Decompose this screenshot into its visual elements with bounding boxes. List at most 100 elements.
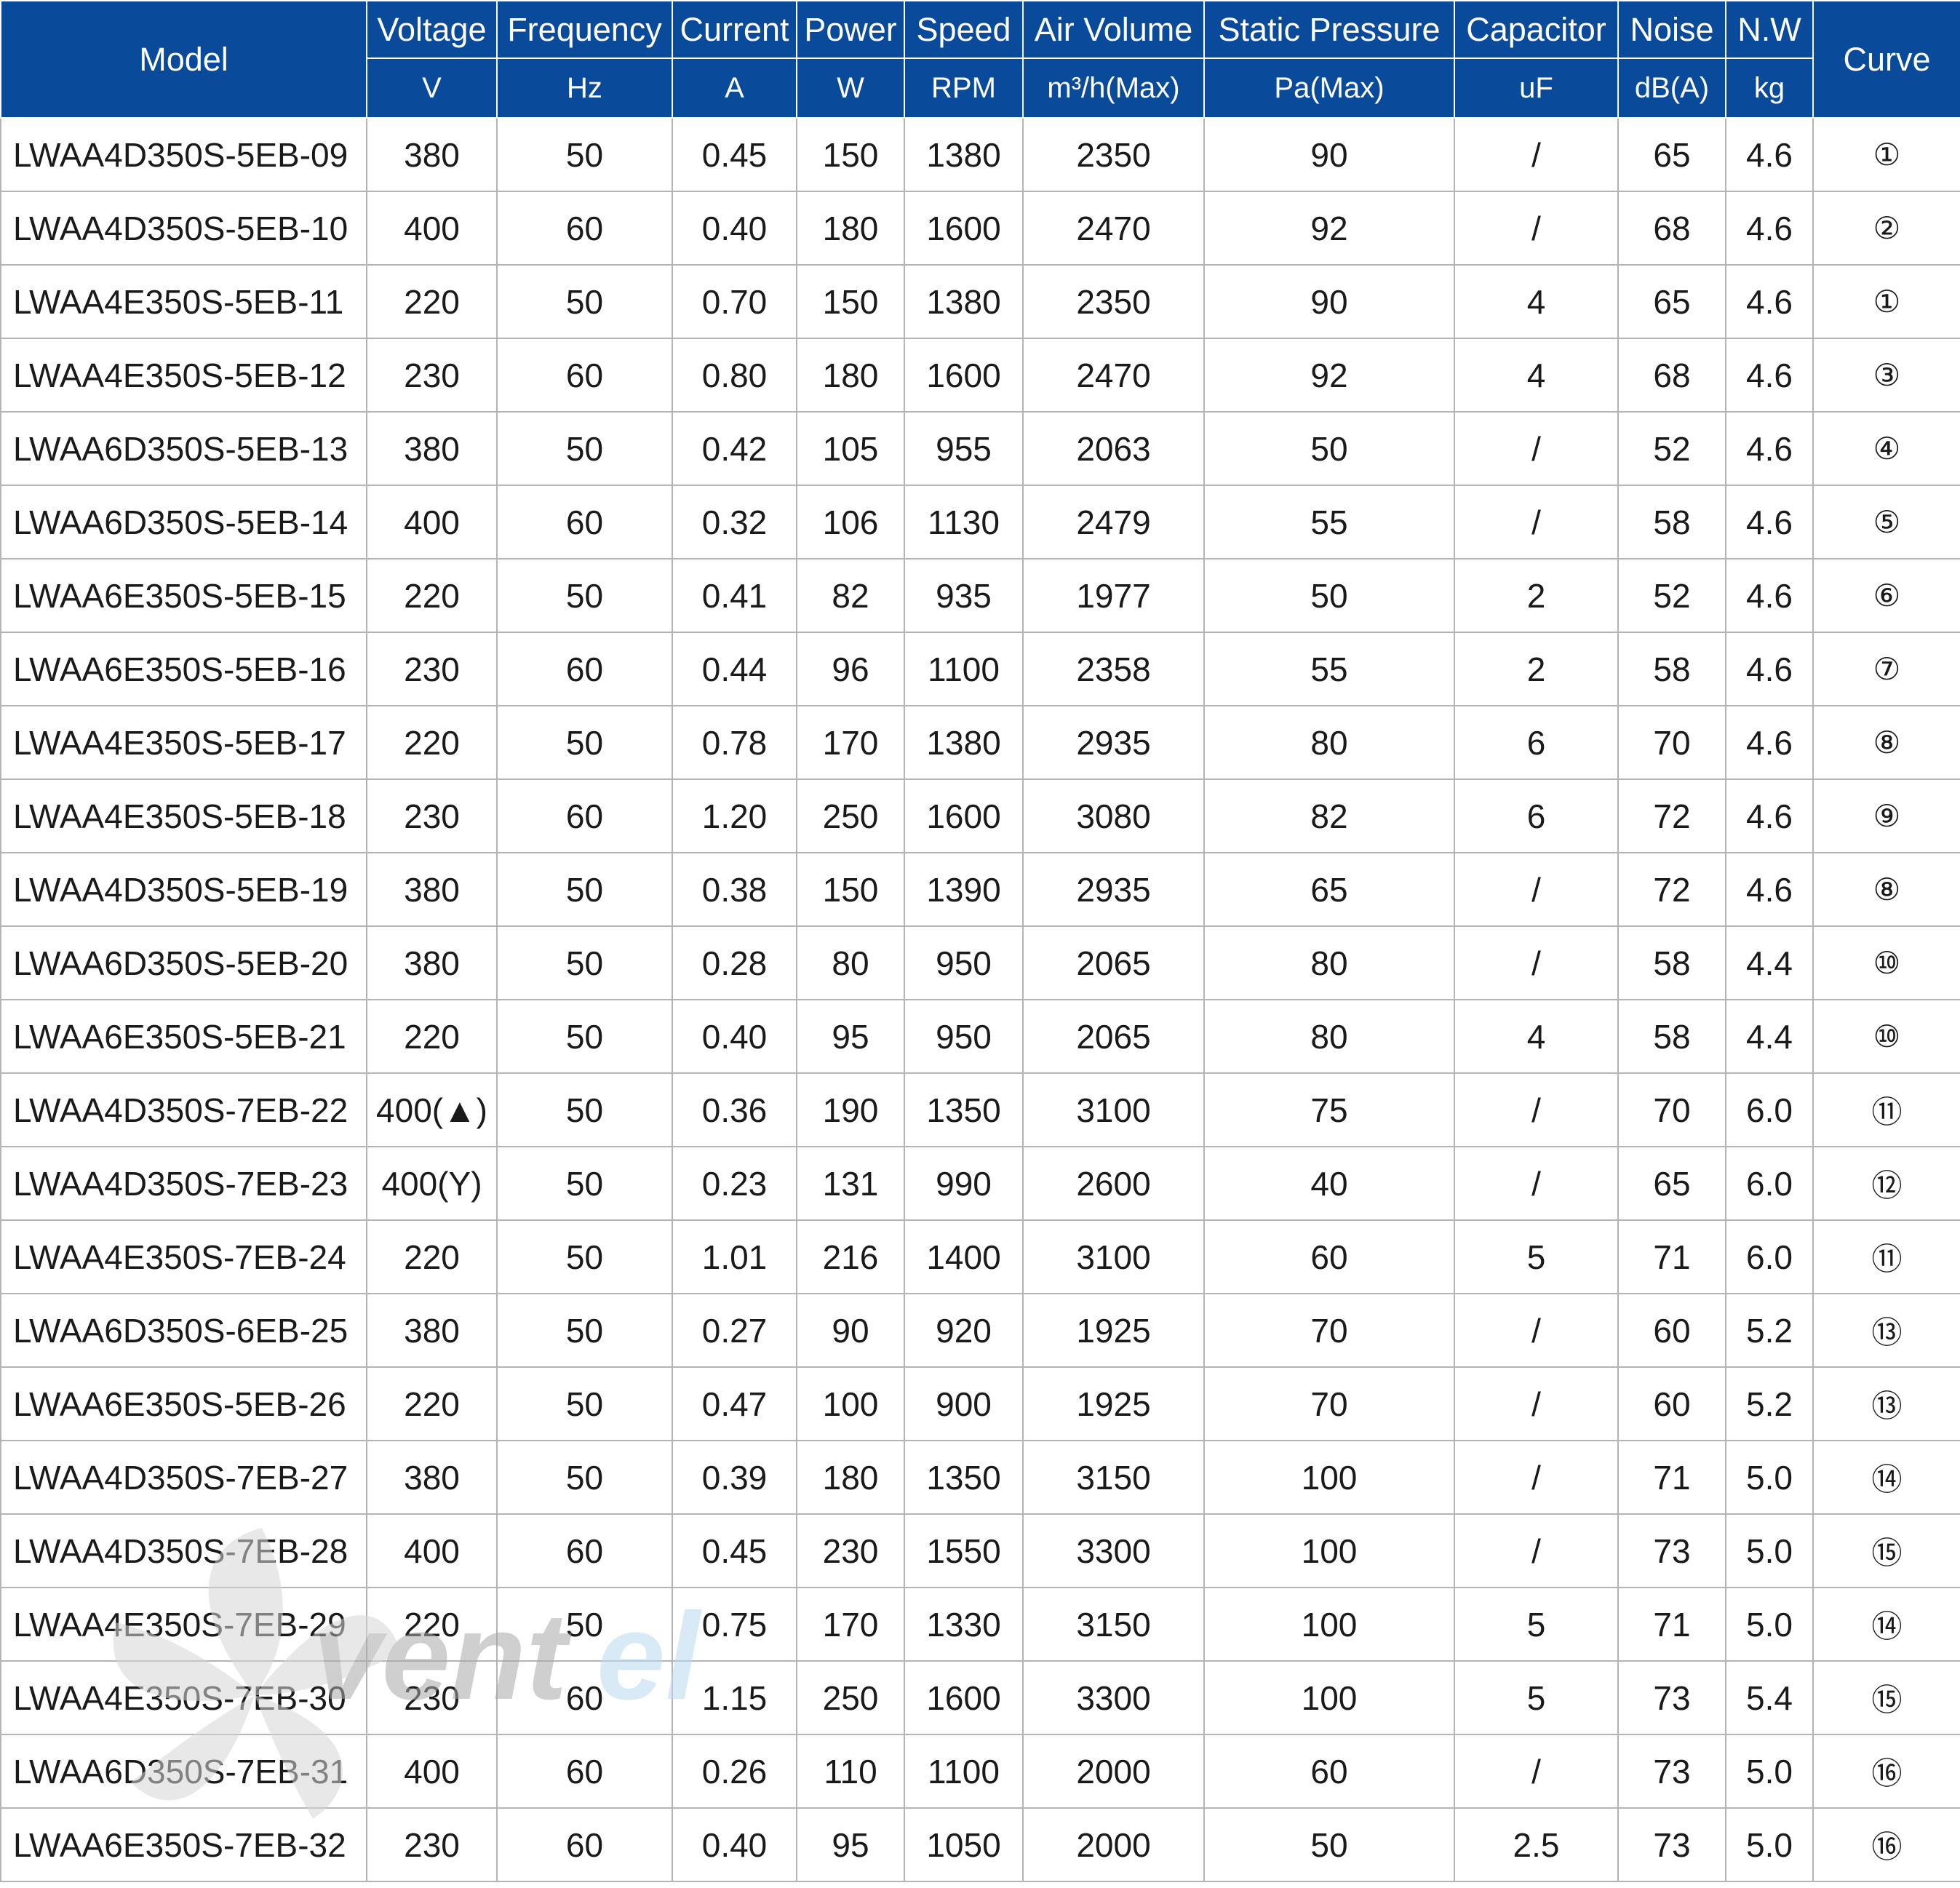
table-row: LWAA6D350S-7EB-31 400 60 0.26 110 1100 2000 60/… (0, 1734, 1960, 1809)
cell-speed: 1600 (904, 191, 1024, 266)
cell-current: 0.42 (672, 411, 797, 486)
cell-current: 0.32 (672, 485, 797, 559)
header-unit: m³/h(Max) (1022, 57, 1205, 119)
cell-voltage: 400 (366, 191, 498, 266)
cell-static-pressure: 70 (1203, 1366, 1455, 1441)
cell-current: 0.70 (672, 264, 797, 339)
cell-frequency: 50 (496, 925, 673, 1000)
cell-voltage: 380 (366, 852, 498, 927)
cell-speed: 955 (904, 411, 1024, 486)
cell-static-pressure: 90 (1203, 117, 1455, 192)
cell-net-weight: 5.2 (1725, 1366, 1814, 1441)
cell-current: 0.75 (672, 1587, 797, 1662)
cell-air-volume: 2935 (1022, 705, 1205, 780)
cell-frequency: 50 (496, 1366, 673, 1441)
cell-voltage: 380 (366, 1293, 498, 1368)
cell-air-volume: 2000 (1022, 1734, 1205, 1809)
cell-frequency: 50 (496, 1219, 673, 1294)
cell-static-pressure: 90 (1203, 264, 1455, 339)
cell-air-volume: 2935 (1022, 852, 1205, 927)
cell-model: LWAA6D350S-5EB-13 (0, 411, 367, 486)
cell-frequency: 50 (496, 264, 673, 339)
cell-speed: 1350 (904, 1440, 1024, 1515)
cell-net-weight: 6.0 (1725, 1072, 1814, 1147)
cell-current: 0.28 (672, 925, 797, 1000)
header-label: Current (672, 0, 797, 59)
cell-static-pressure: 50 (1203, 558, 1455, 633)
cell-curve: ⑧ (1812, 852, 1960, 927)
cell-air-volume: 2350 (1022, 117, 1205, 192)
cell-capacitor: 4 (1454, 264, 1619, 339)
cell-net-weight: 4.6 (1725, 705, 1814, 780)
cell-curve: ⑧ (1812, 705, 1960, 780)
cell-speed: 1600 (904, 778, 1024, 853)
table-row: LWAA4E350S-5EB-17 220 50 0.78 170 1380 2935 80 6… (0, 705, 1960, 780)
cell-noise: 58 (1617, 925, 1726, 1000)
cell-static-pressure: 60 (1203, 1219, 1455, 1294)
cell-net-weight: 4.6 (1725, 558, 1814, 633)
cell-current: 0.23 (672, 1146, 797, 1221)
cell-net-weight: 4.6 (1725, 778, 1814, 853)
table-row: LWAA6D350S-6EB-25 380 50 0.27 90 920 1925 70/60… (0, 1293, 1960, 1368)
cell-curve: ⑫ (1812, 1146, 1960, 1221)
cell-model: LWAA6D350S-6EB-25 (0, 1293, 367, 1368)
cell-model: LWAA4D350S-5EB-10 (0, 191, 367, 266)
cell-voltage: 230 (366, 338, 498, 413)
cell-voltage: 380 (366, 411, 498, 486)
cell-power: 180 (796, 1440, 905, 1515)
cell-voltage: 220 (366, 1366, 498, 1441)
cell-noise: 71 (1617, 1440, 1726, 1515)
cell-power: 180 (796, 338, 905, 413)
cell-net-weight: 4.6 (1725, 632, 1814, 706)
cell-speed: 950 (904, 925, 1024, 1000)
table-row: LWAA6D350S-5EB-13 380 50 0.42 105 955 2063 50/5… (0, 411, 1960, 486)
cell-air-volume: 3300 (1022, 1660, 1205, 1735)
cell-voltage: 400 (366, 485, 498, 559)
cell-air-volume: 2600 (1022, 1146, 1205, 1221)
cell-capacitor: 5 (1454, 1219, 1619, 1294)
cell-frequency: 60 (496, 191, 673, 266)
cell-capacitor: 2 (1454, 632, 1619, 706)
cell-frequency: 50 (496, 852, 673, 927)
header-label: N.W (1725, 0, 1814, 59)
table-row: LWAA4E350S-5EB-18 230 60 1.20 250 1600 3080 82 6… (0, 778, 1960, 853)
cell-current: 0.40 (672, 1807, 797, 1882)
cell-power: 131 (796, 1146, 905, 1221)
cell-speed: 920 (904, 1293, 1024, 1368)
cell-capacitor: / (1454, 1072, 1619, 1147)
cell-curve: ⑮ (1812, 1660, 1960, 1735)
header-unit: W (796, 57, 905, 119)
table-row: LWAA4E350S-7EB-30 230 60 1.15 250 1600 3300 100… (0, 1660, 1960, 1735)
cell-model: LWAA6D350S-5EB-14 (0, 485, 367, 559)
cell-net-weight: 5.0 (1725, 1734, 1814, 1809)
cell-capacitor: 2.5 (1454, 1807, 1619, 1882)
cell-model: LWAA4E350S-7EB-29 (0, 1587, 367, 1662)
cell-model: LWAA4E350S-5EB-12 (0, 338, 367, 413)
cell-air-volume: 2350 (1022, 264, 1205, 339)
cell-voltage: 400(▲) (366, 1072, 498, 1147)
cell-air-volume: 2065 (1022, 999, 1205, 1074)
cell-voltage: 230 (366, 778, 498, 853)
header-label: Noise (1617, 0, 1726, 59)
cell-curve: ② (1812, 191, 1960, 266)
cell-voltage: 220 (366, 558, 498, 633)
cell-power: 230 (796, 1513, 905, 1588)
cell-frequency: 50 (496, 1587, 673, 1662)
table-body: LWAA4D350S-5EB-09 380 50 0.45 150 1380 2350 90/… (0, 117, 1960, 1882)
cell-capacitor: 2 (1454, 558, 1619, 633)
cell-voltage: 220 (366, 264, 498, 339)
cell-current: 0.39 (672, 1440, 797, 1515)
cell-speed: 1380 (904, 264, 1024, 339)
cell-noise: 68 (1617, 338, 1726, 413)
cell-air-volume: 2479 (1022, 485, 1205, 559)
cell-power: 180 (796, 191, 905, 266)
table-row: LWAA4E350S-7EB-24 220 50 1.01 216 1400 3100 60 5… (0, 1219, 1960, 1294)
table-row: LWAA6E350S-7EB-32 230 60 0.40 95 1050 2000 50 2.… (0, 1807, 1960, 1882)
header-label: Static Pressure (1203, 0, 1455, 59)
cell-curve: ③ (1812, 338, 1960, 413)
cell-static-pressure: 100 (1203, 1587, 1455, 1662)
cell-net-weight: 4.6 (1725, 338, 1814, 413)
cell-power: 105 (796, 411, 905, 486)
cell-current: 0.47 (672, 1366, 797, 1441)
cell-net-weight: 6.0 (1725, 1219, 1814, 1294)
